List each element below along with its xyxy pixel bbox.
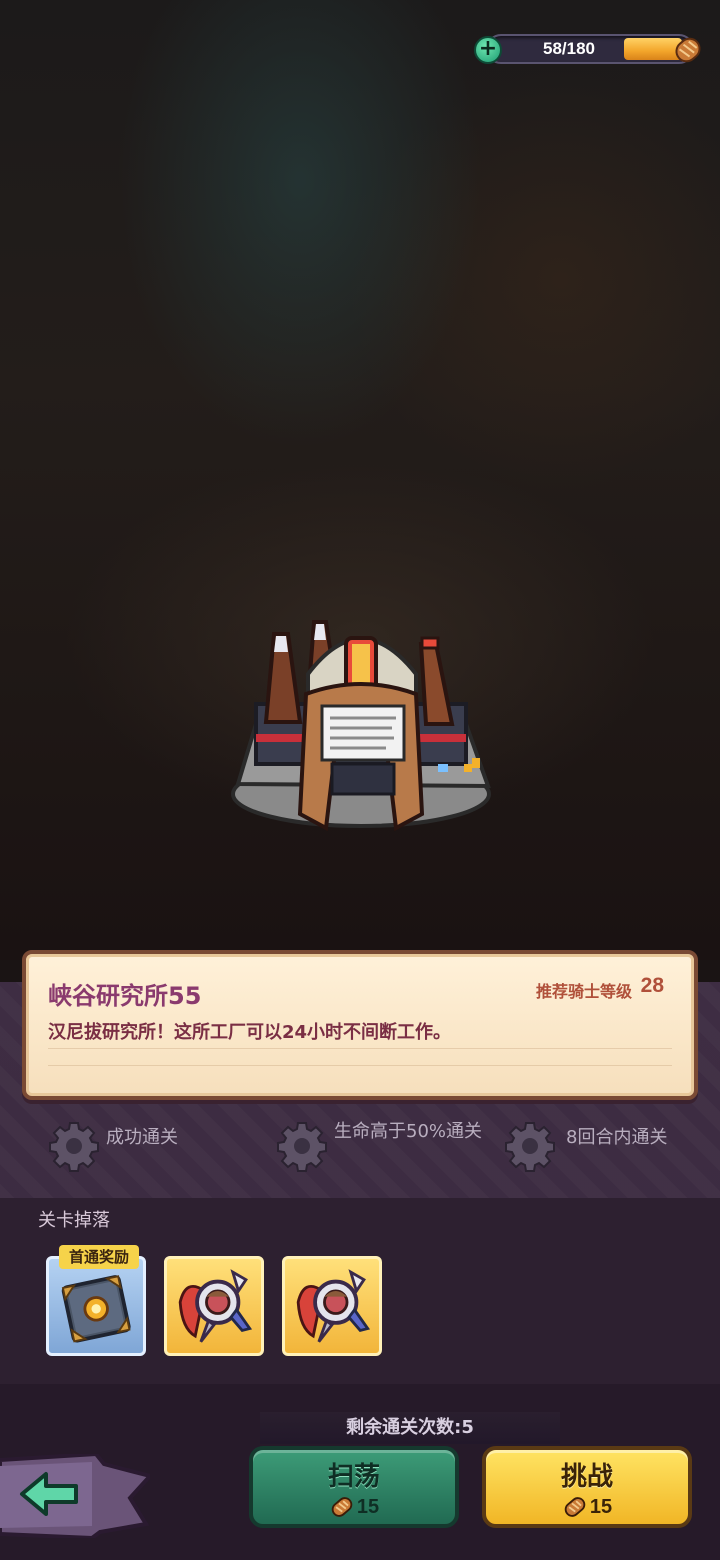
- back-button[interactable]: [0, 1454, 150, 1538]
- objective-text: 成功通关: [106, 1127, 178, 1148]
- challenge-cost-value: 15: [589, 1495, 613, 1518]
- drop-item-2[interactable]: [164, 1256, 264, 1356]
- spellbook-icon: [61, 1275, 131, 1343]
- gear-icon: [277, 1122, 327, 1172]
- drop-item-3[interactable]: [282, 1256, 382, 1356]
- stage-title: 峡谷研究所55: [48, 982, 202, 1010]
- drop-item-first-clear[interactable]: 首通奖励: [46, 1245, 146, 1356]
- sweep-cost: 15: [253, 1494, 455, 1520]
- gear-icon: [49, 1122, 99, 1172]
- stamina-text: 58/180: [543, 39, 595, 58]
- stage-description: 汉尼拔研究所！这所工厂可以24小时不间断工作。: [48, 1022, 452, 1043]
- sweep-label: 扫荡: [327, 1462, 380, 1492]
- objective-text: 生命高于50%通关: [334, 1121, 483, 1142]
- objective-2: 生命高于50%通关: [276, 1120, 494, 1180]
- recommended-level-label: 推荐骑士等级: [535, 982, 632, 1001]
- sweep-button[interactable]: 扫荡 15: [249, 1446, 459, 1528]
- research-facility-illustration: [231, 620, 491, 832]
- objective-text: 8回合内通关: [566, 1127, 668, 1148]
- bread-icon: [564, 1497, 586, 1517]
- drops-label: 关卡掉落: [38, 1210, 110, 1231]
- challenge-cost: 15: [486, 1494, 688, 1520]
- eye-shield-icon: [296, 1269, 371, 1343]
- objective-1: 成功通关: [48, 1120, 258, 1180]
- add-stamina-button[interactable]: +: [474, 36, 502, 64]
- objective-3: 8回合内通关: [504, 1120, 714, 1180]
- stage-drops: 关卡掉落 首通奖励: [0, 1198, 720, 1384]
- remaining-clears: 剩余通关次数:5: [260, 1412, 560, 1444]
- bread-icon: [331, 1497, 353, 1517]
- challenge-button[interactable]: 挑战 15: [482, 1446, 692, 1528]
- sweep-cost-value: 15: [356, 1495, 380, 1518]
- stamina-bar: 58/180 +: [474, 30, 706, 70]
- gear-icon: [505, 1122, 555, 1172]
- bread-icon: [675, 37, 701, 63]
- recommended-level-value: 28: [640, 974, 664, 997]
- challenge-label: 挑战: [560, 1462, 613, 1492]
- bottom-action-bar: 剩余通关次数:5 扫荡 15 挑战 15: [0, 1384, 720, 1560]
- first-clear-badge: 首通奖励: [59, 1245, 139, 1269]
- stage-info-card: 峡谷研究所55 推荐骑士等级 28 汉尼拔研究所！这所工厂可以24小时不间断工作…: [22, 950, 698, 1100]
- eye-shield-icon: [178, 1269, 253, 1343]
